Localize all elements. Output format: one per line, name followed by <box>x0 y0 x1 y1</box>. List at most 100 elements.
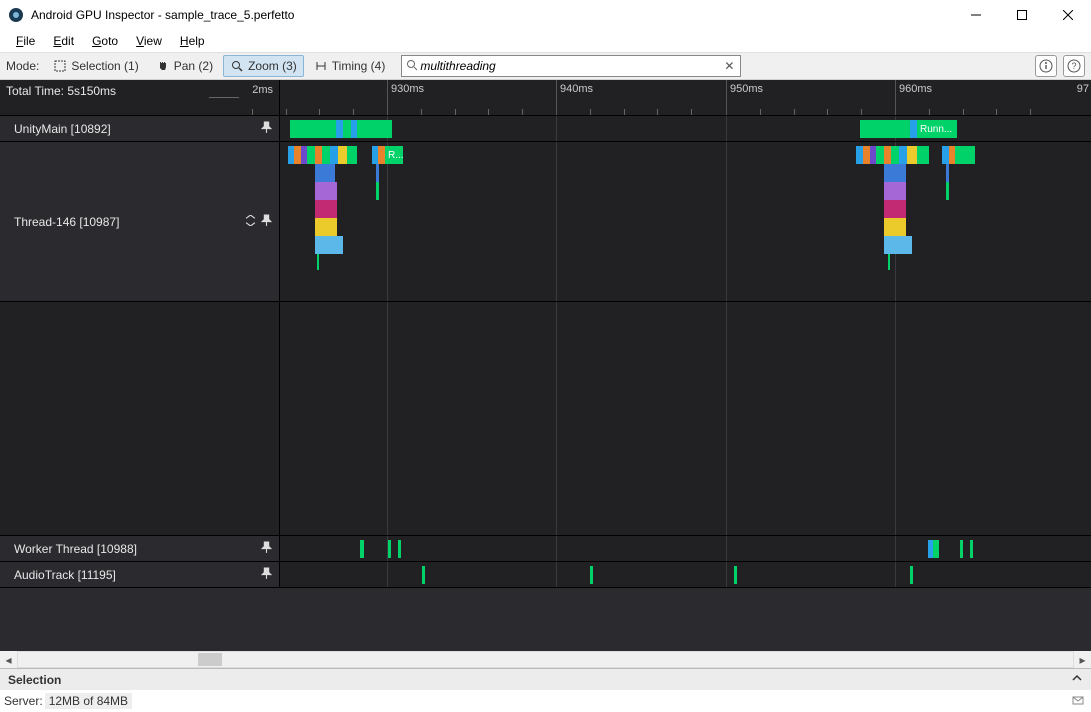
track-gutter[interactable]: UnityMain [10892] <box>0 116 280 141</box>
maximize-button[interactable] <box>999 0 1045 30</box>
track-row: Worker Thread [10988] <box>0 536 1091 562</box>
statusbar: Server: 12MB of 84MB <box>0 690 1091 712</box>
trace-slice[interactable] <box>294 146 301 164</box>
track-gutter[interactable]: AudioTrack [11195] <box>0 562 280 587</box>
trace-mark <box>317 254 319 270</box>
trace-slice[interactable] <box>376 182 379 200</box>
trace-slice[interactable] <box>917 146 929 164</box>
pin-icon[interactable] <box>256 567 273 583</box>
search-box[interactable]: ✕ <box>401 55 741 77</box>
minimize-button[interactable] <box>953 0 999 30</box>
trace-slice[interactable] <box>315 164 335 182</box>
help-button[interactable]: ? <box>1063 55 1085 77</box>
trace-slice[interactable] <box>933 540 939 558</box>
trace-slice[interactable] <box>734 566 737 584</box>
mode-pan-button[interactable]: Pan (2) <box>149 55 220 77</box>
search-input[interactable] <box>418 59 722 73</box>
trace-slice[interactable] <box>338 146 347 164</box>
ruler-canvas[interactable]: 97 930ms940ms950ms960ms <box>280 80 1091 115</box>
ruler: Total Time: 5s150ms 2ms 97 930ms940ms950… <box>0 80 1091 116</box>
track-gutter[interactable]: Worker Thread [10988] <box>0 536 280 561</box>
trace-slice[interactable] <box>315 236 343 254</box>
trace-slice[interactable] <box>942 146 949 164</box>
trace-slice[interactable] <box>590 566 593 584</box>
trace-slice[interactable] <box>955 146 975 164</box>
menu-goto[interactable]: Goto <box>84 32 126 50</box>
scroll-right-button[interactable]: ▸ <box>1074 651 1091 668</box>
trace-slice[interactable]: R... <box>385 146 403 164</box>
menu-help[interactable]: Help <box>172 32 213 50</box>
mode-zoom-button[interactable]: Zoom (3) <box>223 55 304 77</box>
trace-slice[interactable] <box>884 218 906 236</box>
info-button[interactable] <box>1035 55 1057 77</box>
trace-slice[interactable] <box>360 540 364 558</box>
track-lane[interactable]: Runn... <box>280 116 1091 141</box>
scrollbar-thumb[interactable] <box>198 653 222 666</box>
scrollbar-track[interactable] <box>17 651 1074 668</box>
pin-icon[interactable] <box>256 541 273 557</box>
trace-slice[interactable] <box>322 146 330 164</box>
mode-timing-button[interactable]: Timing (4) <box>307 55 393 77</box>
notification-icon[interactable] <box>1069 693 1087 709</box>
trace-slice[interactable] <box>357 120 392 138</box>
trace-slice[interactable] <box>315 218 337 236</box>
trace-slice[interactable] <box>884 164 906 182</box>
trace-slice[interactable] <box>376 164 379 182</box>
trace-slice[interactable] <box>315 200 337 218</box>
trace-slice[interactable] <box>970 540 973 558</box>
track-lane[interactable] <box>280 562 1091 587</box>
trace-slice[interactable] <box>884 236 912 254</box>
trace-slice[interactable] <box>343 120 351 138</box>
track-gutter[interactable] <box>0 302 280 535</box>
track-lane[interactable]: R... <box>280 142 1091 301</box>
trace-slice[interactable] <box>891 146 899 164</box>
trace-slice[interactable] <box>899 146 907 164</box>
track-lane[interactable] <box>280 536 1091 561</box>
trace-slice[interactable] <box>907 146 917 164</box>
app-icon <box>8 7 24 23</box>
trace-slice[interactable] <box>910 120 917 138</box>
tracks-container[interactable]: UnityMain [10892] Runn... Thread-146 [1098… <box>0 116 1091 651</box>
collapse-icon[interactable] <box>245 215 256 229</box>
trace-slice[interactable] <box>910 566 913 584</box>
horizontal-scrollbar[interactable]: ◂ ▸ <box>0 651 1091 668</box>
track-gutter[interactable]: Thread-146 [10987] <box>0 142 280 301</box>
trace-slice[interactable] <box>863 146 870 164</box>
search-clear-button[interactable]: ✕ <box>722 59 736 73</box>
trace-slice[interactable] <box>336 120 343 138</box>
trace-slice[interactable] <box>960 540 963 558</box>
trace-slice[interactable] <box>307 146 315 164</box>
timeline-area: Total Time: 5s150ms 2ms 97 930ms940ms950… <box>0 80 1091 651</box>
menu-file[interactable]: File <box>8 32 43 50</box>
trace-slice[interactable] <box>315 146 322 164</box>
trace-slice[interactable]: Runn... <box>917 120 957 138</box>
trace-slice[interactable] <box>378 146 385 164</box>
trace-slice[interactable] <box>884 146 891 164</box>
trace-slice[interactable] <box>388 540 391 558</box>
trace-slice[interactable] <box>946 164 949 182</box>
menu-edit[interactable]: Edit <box>45 32 82 50</box>
search-icon <box>406 59 418 74</box>
trace-slice[interactable] <box>856 146 863 164</box>
trace-slice[interactable] <box>398 540 401 558</box>
chevron-up-icon[interactable] <box>1071 672 1083 687</box>
track-label: Thread-146 [10987] <box>14 215 245 229</box>
mode-selection-button[interactable]: Selection (1) <box>46 55 145 77</box>
zoom-icon <box>230 59 244 73</box>
trace-slice[interactable] <box>876 146 884 164</box>
track-lane[interactable] <box>280 302 1091 535</box>
close-button[interactable] <box>1045 0 1091 30</box>
trace-slice[interactable] <box>330 146 338 164</box>
pin-icon[interactable] <box>256 214 273 230</box>
trace-slice[interactable] <box>884 182 906 200</box>
trace-slice[interactable] <box>347 146 357 164</box>
menu-view[interactable]: View <box>128 32 170 50</box>
menubar: File Edit Goto View Help <box>0 30 1091 52</box>
scroll-left-button[interactable]: ◂ <box>0 651 17 668</box>
trace-slice[interactable] <box>884 200 906 218</box>
trace-slice[interactable] <box>422 566 425 584</box>
pin-icon[interactable] <box>256 121 273 137</box>
selection-panel[interactable]: Selection <box>0 668 1091 690</box>
trace-slice[interactable] <box>315 182 337 200</box>
trace-slice[interactable] <box>946 182 949 200</box>
